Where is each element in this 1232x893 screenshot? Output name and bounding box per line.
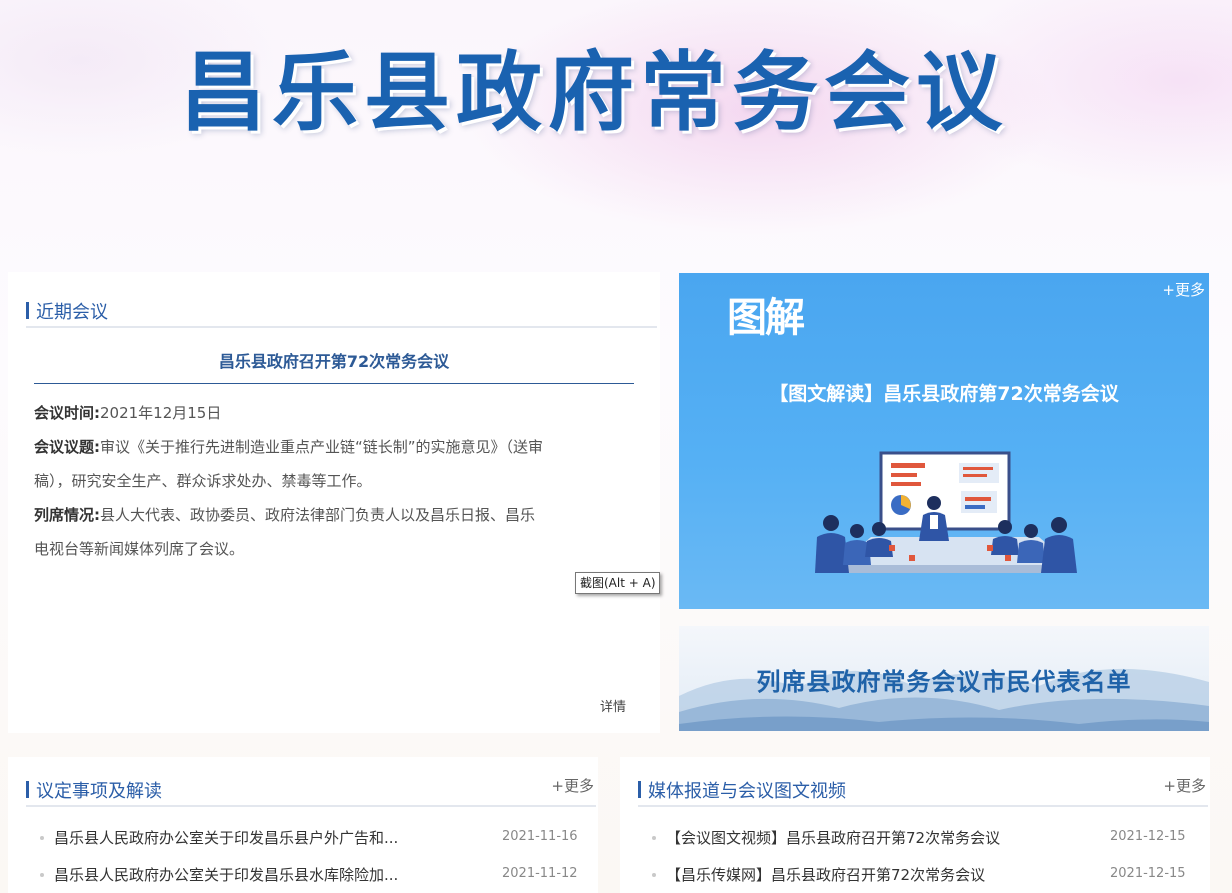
list-item[interactable]: 【昌乐传媒网】昌乐县政府召开第72次常务会议 2021-12-15 — [652, 864, 1192, 886]
meeting-attend-text-2: 电视台等新闻媒体列席了会议。 — [34, 540, 245, 558]
media-more-link[interactable]: +更多 — [1163, 775, 1206, 796]
meeting-attend-text-1: 县人大代表、政协委员、政府法律部门负责人以及昌乐日报、昌乐 — [100, 506, 536, 524]
bullet-icon — [40, 836, 44, 840]
section-marker — [26, 781, 29, 798]
meeting-attend-label: 列席情况: — [34, 506, 100, 524]
tujie-card[interactable]: 图解 +更多 【图文解读】昌乐县政府第72次常务会议 — [679, 273, 1209, 609]
meeting-topic-line: 会议议题:审议《关于推行先进制造业重点产业链“链长制”的实施意见》（送审 — [34, 430, 543, 464]
decisions-header: 议定事项及解读 +更多 — [26, 773, 596, 807]
list-item-date: 2021-12-15 — [1110, 829, 1186, 844]
meeting-attend-line: 列席情况:县人大代表、政协委员、政府法律部门负责人以及昌乐日报、昌乐 — [34, 498, 535, 532]
bullet-icon — [652, 836, 656, 840]
meeting-title-divider — [34, 383, 634, 384]
meeting-title-link[interactable]: 昌乐县政府召开第72次常务会议 — [34, 348, 634, 372]
tujie-logo: 图解 — [727, 295, 805, 341]
section-marker — [26, 302, 29, 319]
media-panel: 媒体报道与会议图文视频 +更多 【会议图文视频】昌乐县政府召开第72次常务会议 … — [620, 757, 1210, 893]
list-item-date: 2021-11-16 — [502, 829, 578, 844]
recent-meeting-heading: 近期会议 — [36, 302, 108, 323]
media-header: 媒体报道与会议图文视频 +更多 — [638, 773, 1208, 807]
bullet-icon — [652, 873, 656, 877]
list-item-title[interactable]: 【会议图文视频】昌乐县政府召开第72次常务会议 — [666, 827, 1000, 848]
meeting-time-label: 会议时间: — [34, 404, 100, 422]
citizen-reps-card[interactable]: 列席县政府常务会议市民代表名单 — [679, 626, 1209, 731]
citizen-reps-title[interactable]: 列席县政府常务会议市民代表名单 — [679, 662, 1209, 697]
section-marker — [638, 781, 641, 798]
list-item[interactable]: 【会议图文视频】昌乐县政府召开第72次常务会议 2021-12-15 — [652, 827, 1192, 849]
banner-title: 昌乐县政府常务会议 — [180, 42, 1008, 143]
meeting-topic-text-1: 审议《关于推行先进制造业重点产业链“链长制”的实施意见》（送审 — [100, 438, 544, 456]
decisions-heading: 议定事项及解读 — [36, 781, 162, 802]
list-item-title[interactable]: 昌乐县人民政府办公室关于印发昌乐县水库除险加... — [54, 864, 398, 885]
recent-meeting-header: 近期会议 — [26, 294, 657, 328]
list-item[interactable]: 昌乐县人民政府办公室关于印发昌乐县水库除险加... 2021-11-12 — [40, 864, 580, 886]
list-item[interactable]: 昌乐县人民政府办公室关于印发昌乐县户外广告和... 2021-11-16 — [40, 827, 580, 849]
list-item-date: 2021-11-12 — [502, 866, 578, 881]
list-item-date: 2021-12-15 — [1110, 866, 1186, 881]
recent-meeting-panel: 近期会议 昌乐县政府召开第72次常务会议 会议时间:2021年12月15日 会议… — [8, 272, 660, 733]
tujie-caption[interactable]: 【图文解读】昌乐县政府第72次常务会议 — [679, 379, 1209, 406]
meeting-topic-text-2: 稿），研究安全生产、群众诉求处办、禁毒等工作。 — [34, 472, 372, 490]
decisions-panel: 议定事项及解读 +更多 昌乐县人民政府办公室关于印发昌乐县户外广告和... 20… — [8, 757, 598, 893]
meeting-illustration-icon — [815, 451, 1077, 573]
media-heading: 媒体报道与会议图文视频 — [648, 781, 846, 802]
meeting-time-line: 会议时间:2021年12月15日 — [34, 396, 221, 430]
list-item-title[interactable]: 【昌乐传媒网】昌乐县政府召开第72次常务会议 — [666, 864, 985, 885]
meeting-time-value: 2021年12月15日 — [100, 404, 222, 422]
tujie-more-link[interactable]: +更多 — [1162, 279, 1205, 300]
detail-link[interactable]: 详情 — [600, 696, 626, 715]
list-item-title[interactable]: 昌乐县人民政府办公室关于印发昌乐县户外广告和... — [54, 827, 398, 848]
bullet-icon — [40, 873, 44, 877]
decisions-more-link[interactable]: +更多 — [551, 775, 594, 796]
meeting-topic-label: 会议议题: — [34, 438, 100, 456]
screenshot-tooltip: 截图(Alt + A) — [575, 572, 660, 594]
